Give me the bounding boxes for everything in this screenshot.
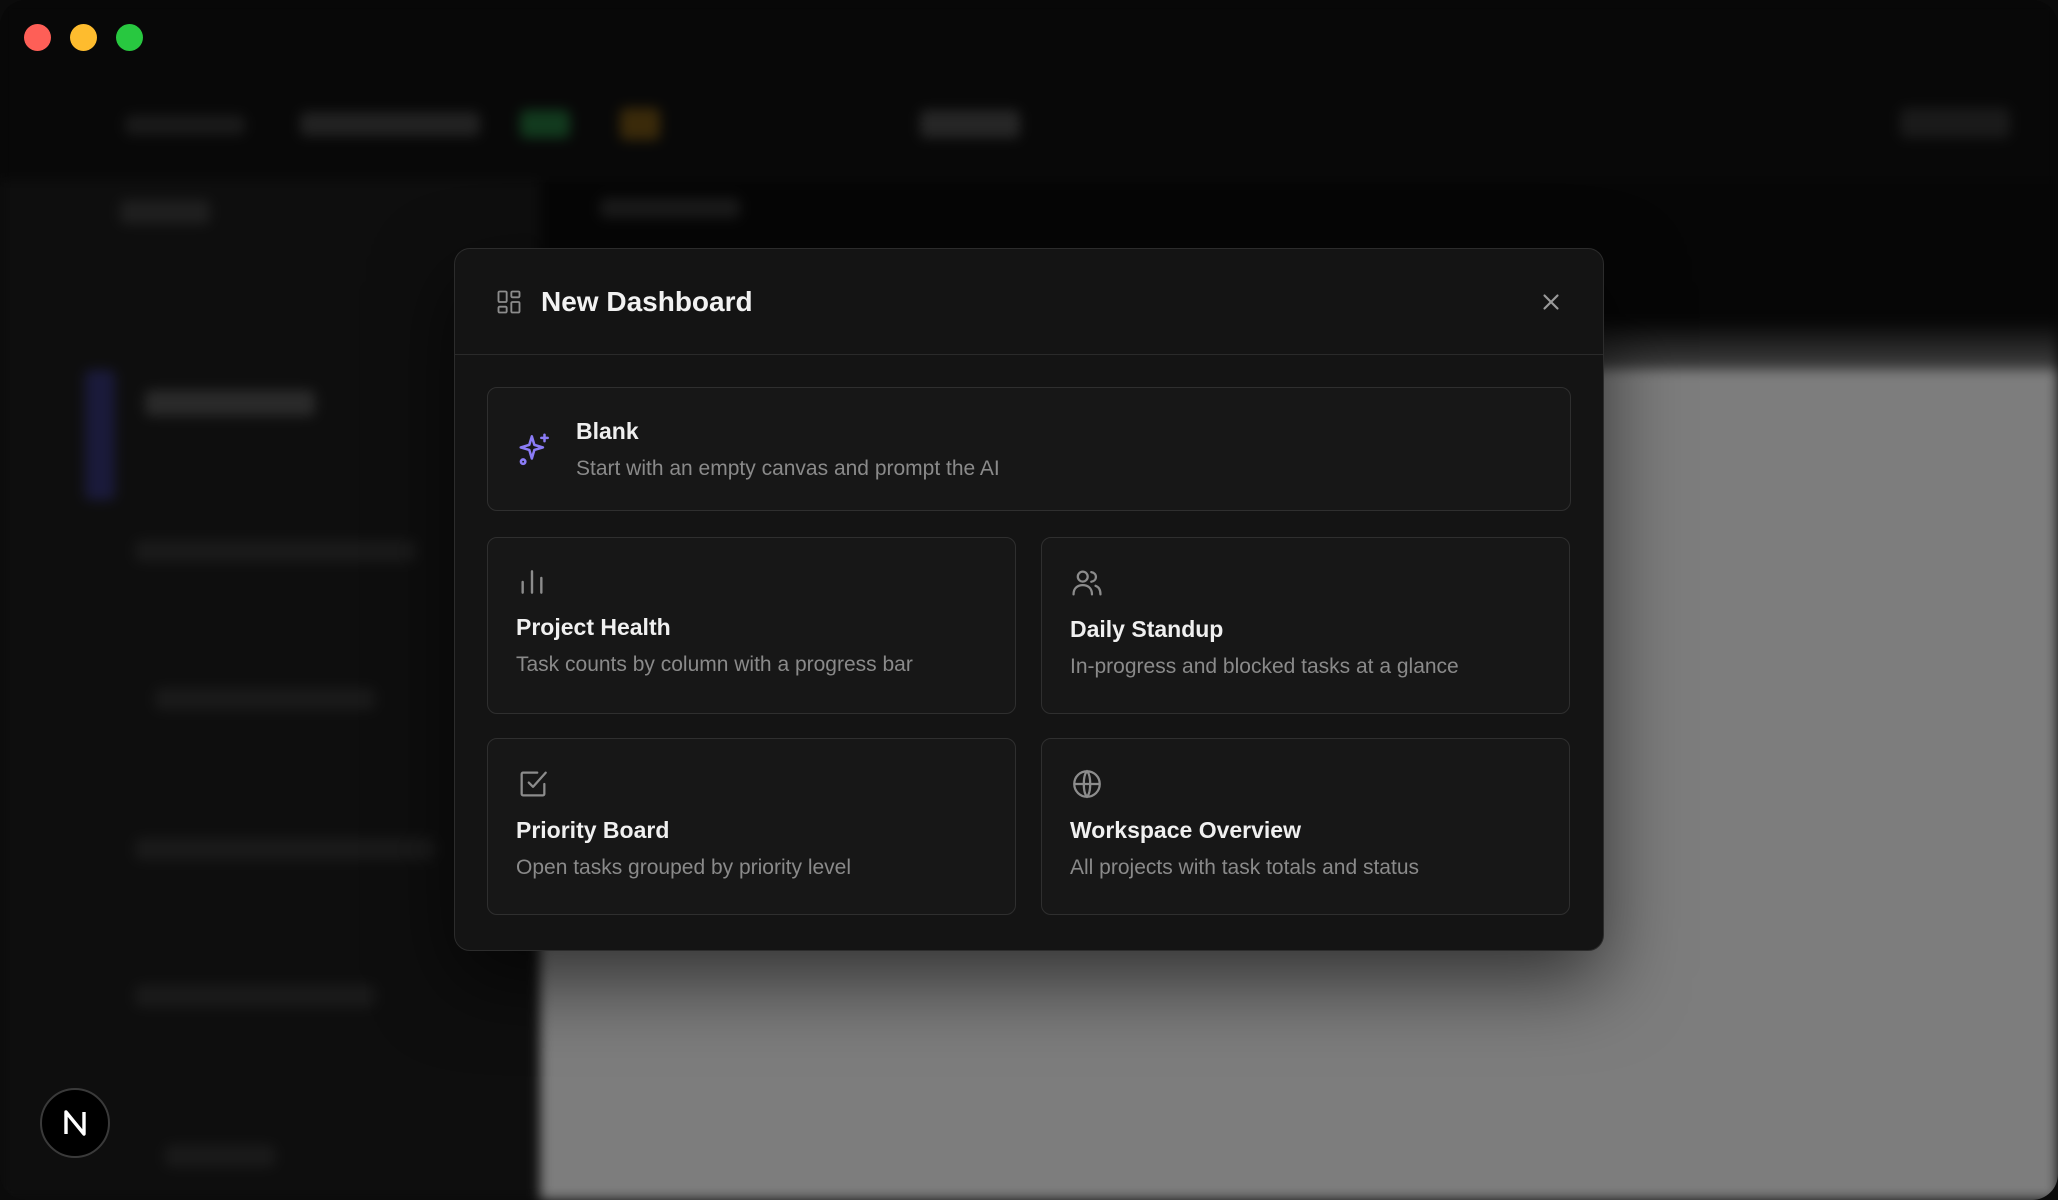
bg-placeholder bbox=[620, 108, 660, 140]
card-title: Daily Standup bbox=[1070, 616, 1224, 642]
bg-placeholder bbox=[120, 200, 210, 224]
close-dialog-button[interactable] bbox=[1531, 282, 1571, 322]
check-square-icon bbox=[520, 771, 547, 797]
bar-chart-icon bbox=[521, 570, 543, 594]
priority-board-template-card[interactable]: Priority Board Open tasks grouped by pri… bbox=[487, 738, 1016, 915]
dialog-body: Blank Start with an empty canvas and pro… bbox=[455, 355, 1603, 947]
n-logo-icon bbox=[64, 1110, 86, 1136]
sparkles-icon bbox=[519, 433, 549, 466]
card-title: Priority Board bbox=[516, 817, 670, 843]
card-description: Start with an empty canvas and prompt th… bbox=[576, 456, 1000, 480]
blank-template-card[interactable]: Blank Start with an empty canvas and pro… bbox=[487, 387, 1571, 511]
bg-placeholder bbox=[125, 115, 245, 135]
close-window-button[interactable] bbox=[24, 24, 51, 51]
layout-grid-icon bbox=[497, 290, 521, 313]
bg-placeholder bbox=[135, 985, 375, 1007]
card-title: Project Health bbox=[516, 614, 671, 640]
card-description: Task counts by column with a progress ba… bbox=[516, 653, 913, 676]
close-icon bbox=[1543, 293, 1559, 310]
window-controls bbox=[24, 24, 143, 51]
card-description: All projects with task totals and status bbox=[1070, 856, 1419, 879]
globe-icon bbox=[1073, 769, 1101, 799]
bg-placeholder bbox=[135, 838, 435, 860]
card-title: Workspace Overview bbox=[1070, 817, 1301, 843]
new-dashboard-dialog: New Dashboard Blank Start with an empty … bbox=[454, 248, 1604, 951]
bg-placeholder bbox=[145, 390, 315, 416]
bg-placeholder bbox=[135, 540, 415, 562]
bg-placeholder bbox=[155, 688, 375, 710]
project-health-template-card[interactable]: Project Health Task counts by column wit… bbox=[487, 537, 1016, 714]
background-topbar bbox=[0, 0, 2058, 180]
card-title: Blank bbox=[576, 417, 639, 444]
bg-placeholder bbox=[520, 110, 570, 138]
dialog-header: New Dashboard bbox=[455, 249, 1603, 355]
n-logo-badge[interactable] bbox=[40, 1088, 110, 1158]
bg-placeholder bbox=[165, 1145, 275, 1167]
bg-placeholder bbox=[1900, 108, 2010, 138]
card-description: In-progress and blocked tasks at a glanc… bbox=[1070, 655, 1459, 678]
template-grid: Project Health Task counts by column wit… bbox=[487, 537, 1571, 915]
bg-placeholder bbox=[600, 198, 740, 218]
bg-placeholder bbox=[85, 370, 115, 500]
users-icon bbox=[1072, 570, 1102, 596]
workspace-overview-template-card[interactable]: Workspace Overview All projects with tas… bbox=[1041, 738, 1570, 915]
maximize-window-button[interactable] bbox=[116, 24, 143, 51]
dialog-title: New Dashboard bbox=[541, 285, 753, 317]
daily-standup-template-card[interactable]: Daily Standup In-progress and blocked ta… bbox=[1041, 537, 1570, 714]
bg-placeholder bbox=[920, 110, 1020, 138]
bg-placeholder bbox=[300, 112, 480, 136]
minimize-window-button[interactable] bbox=[70, 24, 97, 51]
card-description: Open tasks grouped by priority level bbox=[516, 856, 852, 879]
